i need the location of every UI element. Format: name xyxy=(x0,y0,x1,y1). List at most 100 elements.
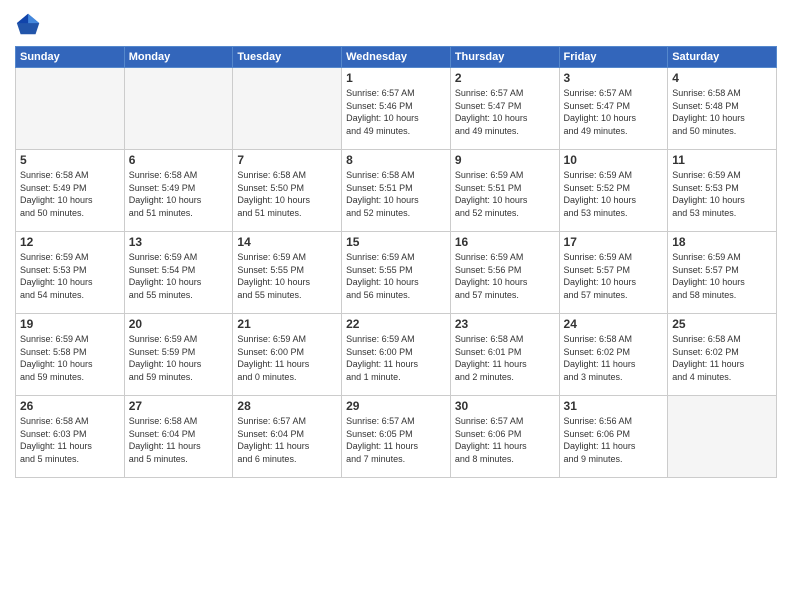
day-info: Sunrise: 6:57 AM Sunset: 6:04 PM Dayligh… xyxy=(237,415,337,465)
calendar-cell: 29 Sunrise: 6:57 AM Sunset: 6:05 PM Dayli… xyxy=(342,396,451,478)
day-info: Sunrise: 6:57 AM Sunset: 5:47 PM Dayligh… xyxy=(455,87,555,137)
day-number: 9 xyxy=(455,153,555,167)
calendar-cell: 9 Sunrise: 6:59 AM Sunset: 5:51 PM Daylig… xyxy=(450,150,559,232)
calendar-cell: 14 Sunrise: 6:59 AM Sunset: 5:55 PM Dayli… xyxy=(233,232,342,314)
day-number: 23 xyxy=(455,317,555,331)
weekday-header: Saturday xyxy=(668,47,777,68)
calendar-cell xyxy=(668,396,777,478)
day-info: Sunrise: 6:57 AM Sunset: 5:47 PM Dayligh… xyxy=(564,87,664,137)
calendar-cell: 19 Sunrise: 6:59 AM Sunset: 5:58 PM Dayli… xyxy=(16,314,125,396)
calendar-cell: 16 Sunrise: 6:59 AM Sunset: 5:56 PM Dayli… xyxy=(450,232,559,314)
logo-icon xyxy=(15,10,43,38)
day-number: 25 xyxy=(672,317,772,331)
logo xyxy=(15,10,47,38)
calendar-cell: 24 Sunrise: 6:58 AM Sunset: 6:02 PM Dayli… xyxy=(559,314,668,396)
day-number: 10 xyxy=(564,153,664,167)
calendar-cell: 26Sunrise: 6:58 AM Sunset: 6:03 PM Dayli… xyxy=(16,396,125,478)
day-info: Sunrise: 6:57 AM Sunset: 6:05 PM Dayligh… xyxy=(346,415,446,465)
calendar-cell: 15Sunrise: 6:59 AM Sunset: 5:55 PM Dayli… xyxy=(342,232,451,314)
day-number: 3 xyxy=(564,71,664,85)
day-number: 17 xyxy=(564,235,664,249)
calendar-cell: 30 Sunrise: 6:57 AM Sunset: 6:06 PM Dayli… xyxy=(450,396,559,478)
day-number: 14 xyxy=(237,235,337,249)
day-number: 20 xyxy=(129,317,229,331)
day-number: 19 xyxy=(20,317,120,331)
weekday-header: Monday xyxy=(124,47,233,68)
header xyxy=(15,10,777,38)
day-number: 16 xyxy=(455,235,555,249)
calendar-cell: 28 Sunrise: 6:57 AM Sunset: 6:04 PM Dayli… xyxy=(233,396,342,478)
calendar-cell xyxy=(16,68,125,150)
day-info: Sunrise: 6:59 AM Sunset: 5:58 PM Dayligh… xyxy=(20,333,120,383)
day-info: Sunrise: 6:58 AM Sunset: 6:02 PM Dayligh… xyxy=(564,333,664,383)
day-info: Sunrise: 6:58 AM Sunset: 6:02 PM Dayligh… xyxy=(672,333,772,383)
calendar-cell: 1 Sunrise: 6:57 AM Sunset: 5:46 PM Daylig… xyxy=(342,68,451,150)
day-number: 8 xyxy=(346,153,446,167)
weekday-header: Sunday xyxy=(16,47,125,68)
day-number: 13 xyxy=(129,235,229,249)
day-info: Sunrise: 6:58 AM Sunset: 6:03 PM Dayligh… xyxy=(20,415,120,465)
day-info: Sunrise: 6:58 AM Sunset: 5:49 PM Dayligh… xyxy=(129,169,229,219)
day-info: Sunrise: 6:59 AM Sunset: 5:54 PM Dayligh… xyxy=(129,251,229,301)
calendar-cell: 22 Sunrise: 6:59 AM Sunset: 6:00 PM Dayli… xyxy=(342,314,451,396)
calendar-cell: 12Sunrise: 6:59 AM Sunset: 5:53 PM Dayli… xyxy=(16,232,125,314)
day-number: 31 xyxy=(564,399,664,413)
weekday-header: Thursday xyxy=(450,47,559,68)
day-info: Sunrise: 6:58 AM Sunset: 5:48 PM Dayligh… xyxy=(672,87,772,137)
calendar-header-row: SundayMondayTuesdayWednesdayThursdayFrid… xyxy=(16,47,777,68)
day-number: 12 xyxy=(20,235,120,249)
calendar-cell: 5Sunrise: 6:58 AM Sunset: 5:49 PM Daylig… xyxy=(16,150,125,232)
day-number: 1 xyxy=(346,71,446,85)
day-number: 15 xyxy=(346,235,446,249)
day-info: Sunrise: 6:59 AM Sunset: 6:00 PM Dayligh… xyxy=(237,333,337,383)
day-number: 22 xyxy=(346,317,446,331)
calendar-cell: 6 Sunrise: 6:58 AM Sunset: 5:49 PM Daylig… xyxy=(124,150,233,232)
day-info: Sunrise: 6:59 AM Sunset: 5:56 PM Dayligh… xyxy=(455,251,555,301)
calendar-cell: 13 Sunrise: 6:59 AM Sunset: 5:54 PM Dayli… xyxy=(124,232,233,314)
calendar-cell: 31 Sunrise: 6:56 AM Sunset: 6:06 PM Dayli… xyxy=(559,396,668,478)
calendar-cell: 25 Sunrise: 6:58 AM Sunset: 6:02 PM Dayli… xyxy=(668,314,777,396)
calendar-cell xyxy=(233,68,342,150)
calendar-cell: 17Sunrise: 6:59 AM Sunset: 5:57 PM Dayli… xyxy=(559,232,668,314)
day-info: Sunrise: 6:59 AM Sunset: 5:55 PM Dayligh… xyxy=(237,251,337,301)
calendar-week-row: 12Sunrise: 6:59 AM Sunset: 5:53 PM Dayli… xyxy=(16,232,777,314)
day-info: Sunrise: 6:59 AM Sunset: 6:00 PM Dayligh… xyxy=(346,333,446,383)
calendar-table: SundayMondayTuesdayWednesdayThursdayFrid… xyxy=(15,46,777,478)
day-info: Sunrise: 6:58 AM Sunset: 6:04 PM Dayligh… xyxy=(129,415,229,465)
day-number: 28 xyxy=(237,399,337,413)
calendar-cell: 3 Sunrise: 6:57 AM Sunset: 5:47 PM Daylig… xyxy=(559,68,668,150)
day-number: 27 xyxy=(129,399,229,413)
calendar-cell xyxy=(124,68,233,150)
weekday-header: Friday xyxy=(559,47,668,68)
calendar-cell: 20 Sunrise: 6:59 AM Sunset: 5:59 PM Dayli… xyxy=(124,314,233,396)
day-info: Sunrise: 6:59 AM Sunset: 5:59 PM Dayligh… xyxy=(129,333,229,383)
calendar-cell: 18 Sunrise: 6:59 AM Sunset: 5:57 PM Dayli… xyxy=(668,232,777,314)
calendar-week-row: 26Sunrise: 6:58 AM Sunset: 6:03 PM Dayli… xyxy=(16,396,777,478)
day-number: 2 xyxy=(455,71,555,85)
day-number: 29 xyxy=(346,399,446,413)
day-number: 24 xyxy=(564,317,664,331)
calendar-week-row: 19 Sunrise: 6:59 AM Sunset: 5:58 PM Dayli… xyxy=(16,314,777,396)
day-number: 30 xyxy=(455,399,555,413)
calendar-cell: 7Sunrise: 6:58 AM Sunset: 5:50 PM Daylig… xyxy=(233,150,342,232)
calendar-cell: 21 Sunrise: 6:59 AM Sunset: 6:00 PM Dayli… xyxy=(233,314,342,396)
calendar-cell: 8Sunrise: 6:58 AM Sunset: 5:51 PM Daylig… xyxy=(342,150,451,232)
day-info: Sunrise: 6:57 AM Sunset: 5:46 PM Dayligh… xyxy=(346,87,446,137)
day-number: 11 xyxy=(672,153,772,167)
day-info: Sunrise: 6:56 AM Sunset: 6:06 PM Dayligh… xyxy=(564,415,664,465)
day-info: Sunrise: 6:59 AM Sunset: 5:51 PM Dayligh… xyxy=(455,169,555,219)
page: SundayMondayTuesdayWednesdayThursdayFrid… xyxy=(0,0,792,612)
calendar-week-row: 1 Sunrise: 6:57 AM Sunset: 5:46 PM Daylig… xyxy=(16,68,777,150)
day-info: Sunrise: 6:59 AM Sunset: 5:52 PM Dayligh… xyxy=(564,169,664,219)
day-info: Sunrise: 6:58 AM Sunset: 5:50 PM Dayligh… xyxy=(237,169,337,219)
calendar-cell: 23Sunrise: 6:58 AM Sunset: 6:01 PM Dayli… xyxy=(450,314,559,396)
calendar-cell: 11Sunrise: 6:59 AM Sunset: 5:53 PM Dayli… xyxy=(668,150,777,232)
calendar-cell: 27 Sunrise: 6:58 AM Sunset: 6:04 PM Dayli… xyxy=(124,396,233,478)
day-number: 5 xyxy=(20,153,120,167)
day-number: 21 xyxy=(237,317,337,331)
day-number: 18 xyxy=(672,235,772,249)
day-info: Sunrise: 6:57 AM Sunset: 6:06 PM Dayligh… xyxy=(455,415,555,465)
day-info: Sunrise: 6:59 AM Sunset: 5:57 PM Dayligh… xyxy=(672,251,772,301)
calendar-cell: 2 Sunrise: 6:57 AM Sunset: 5:47 PM Daylig… xyxy=(450,68,559,150)
day-number: 6 xyxy=(129,153,229,167)
